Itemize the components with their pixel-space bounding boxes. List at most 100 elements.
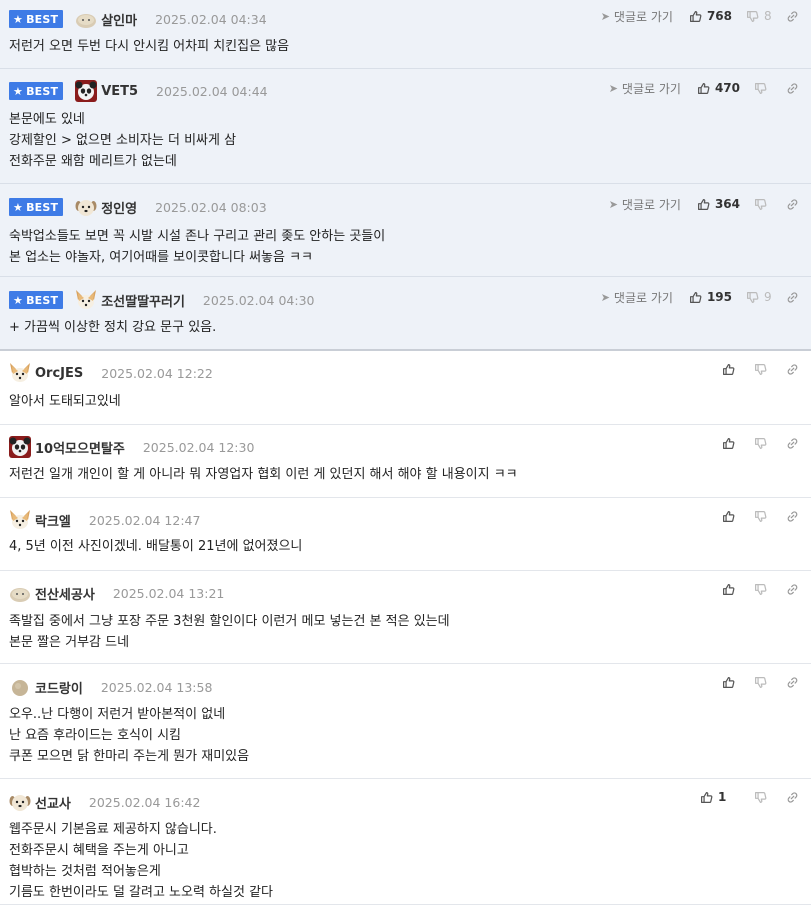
comment-actions — [722, 361, 799, 377]
copy-link-button[interactable] — [786, 437, 799, 450]
panda-avatar[interactable] — [75, 80, 98, 102]
dog-avatar[interactable] — [9, 791, 31, 813]
upvote-button[interactable]: 470 — [697, 81, 740, 95]
upvote-button[interactable]: 1 — [700, 790, 740, 804]
link-icon — [787, 437, 798, 449]
comment-actions — [722, 435, 799, 451]
downvote-button[interactable] — [754, 437, 772, 450]
comment-date: 2025.02.04 08:03 — [155, 199, 267, 215]
comment-body: 저런거 오면 두번 다시 안시킴 어차피 치킨집은 많음 — [9, 36, 289, 57]
copy-link-button[interactable] — [786, 510, 799, 523]
best-label: BEST — [26, 12, 59, 26]
goto-comment-link[interactable]: ➤ 댓글로 가기 — [601, 8, 673, 25]
comment-body: 알아서 도태되고있네 — [9, 391, 121, 412]
nickname[interactable]: VET5 — [101, 84, 138, 99]
upvote-button[interactable] — [722, 363, 740, 376]
comment-body: 웹주문시 기본음료 제공하지 않습니다. 전화주문시 혜택을 주는게 아니고 협박하… — [9, 819, 273, 903]
nickname[interactable]: 조선딸딸꾸러기 — [101, 291, 185, 310]
upvote-button[interactable] — [722, 583, 740, 596]
comment-actions — [722, 674, 799, 690]
thumbs-up-icon — [723, 363, 735, 375]
thumbs-down-icon — [755, 82, 767, 94]
comment-header: 선교사 2025.02.04 16:42 — [9, 792, 200, 812]
fox-avatar[interactable] — [9, 362, 31, 384]
downvote-count: 9 — [764, 290, 772, 304]
nickname[interactable]: 정인영 — [101, 198, 137, 217]
blob-avatar[interactable] — [75, 8, 97, 30]
upvote-button[interactable] — [722, 437, 740, 450]
goto-comment-link[interactable]: ➤ 댓글로 가기 — [609, 196, 681, 213]
comment-header: ★ BEST VET5 2025.02.04 04:44 — [9, 80, 268, 102]
goto-comment-link[interactable]: ➤ 댓글로 가기 — [601, 289, 673, 306]
comment-item: 락크엘 2025.02.04 12:47 4, 5년 이전 사진이겠네. 배달통… — [0, 498, 811, 571]
thumbs-down-icon — [755, 583, 767, 595]
comment-line: 전화주문 왜함 메리트가 없는데 — [9, 154, 177, 169]
fox-avatar[interactable] — [75, 289, 97, 311]
link-icon — [787, 363, 798, 375]
best-label: BEST — [26, 293, 59, 307]
link-icon — [787, 791, 798, 803]
upvote-button[interactable] — [722, 676, 740, 689]
downvote-button[interactable] — [754, 198, 772, 211]
panda-avatar[interactable] — [9, 436, 31, 458]
nickname[interactable]: OrcJES — [35, 366, 83, 381]
comment-date: 2025.02.04 13:58 — [100, 679, 213, 695]
comment-item: 10억모으면탈주 2025.02.04 12:30 저런건 일개 개인이 할 게… — [0, 425, 811, 498]
comment-date: 2025.02.04 04:34 — [155, 11, 267, 27]
nickname[interactable]: 살인마 — [101, 10, 137, 29]
send-arrow-icon: ➤ — [600, 290, 610, 304]
upvote-button[interactable] — [722, 510, 740, 523]
copy-link-button[interactable] — [786, 676, 799, 689]
comment-list: ★ BEST 살인마 2025.02.04 04:34 ➤ 댓글로 가기 768 8… — [0, 0, 811, 905]
downvote-button[interactable] — [754, 583, 772, 596]
downvote-button[interactable]: 8 — [746, 9, 772, 23]
comment-line: + 가끔씩 이상한 정치 강요 문구 있음. — [9, 320, 217, 335]
downvote-button[interactable] — [754, 82, 772, 95]
goto-comment-link[interactable]: ➤ 댓글로 가기 — [609, 80, 681, 97]
goto-label: 댓글로 가기 — [621, 81, 681, 96]
downvote-button[interactable] — [754, 791, 772, 804]
nickname[interactable]: 코드랑이 — [35, 678, 83, 697]
comment-date: 2025.02.04 04:30 — [202, 292, 315, 308]
thumbs-down-icon — [747, 291, 759, 303]
upvote-count: 470 — [714, 81, 740, 95]
upvote-button[interactable]: 195 — [689, 290, 732, 304]
comment-line: 오우..난 다행이 저런거 받아본적이 없네 — [9, 707, 226, 722]
comment-item: 전산세공사 2025.02.04 13:21 족발집 중에서 그냥 포장 주문 … — [0, 571, 811, 664]
comment-header: ★ BEST 정인영 2025.02.04 08:03 — [9, 197, 267, 217]
comment-item: ★ BEST VET5 2025.02.04 04:44 ➤ 댓글로 가기 470 … — [0, 69, 811, 184]
downvote-button[interactable] — [754, 510, 772, 523]
copy-link-button[interactable] — [786, 791, 799, 804]
copy-link-button[interactable] — [786, 198, 799, 211]
dog-avatar[interactable] — [75, 196, 97, 218]
upvote-button[interactable]: 768 — [689, 9, 732, 23]
nickname[interactable]: 전산세공사 — [35, 584, 95, 603]
comment-item: ★ BEST 정인영 2025.02.04 08:03 ➤ 댓글로 가기 364 숙… — [0, 184, 811, 277]
comment-actions: ➤ 댓글로 가기 364 — [609, 196, 799, 212]
comment-header: 10억모으면탈주 2025.02.04 12:30 — [9, 436, 254, 458]
comment-header: ★ BEST 살인마 2025.02.04 04:34 — [9, 9, 267, 29]
best-badge: ★ BEST — [9, 198, 64, 216]
comment-line: 협박하는 것처럼 적어놓은게 — [9, 864, 161, 879]
nickname[interactable]: 10억모으면탈주 — [35, 438, 125, 457]
fox-avatar[interactable] — [9, 509, 31, 531]
ball-avatar[interactable] — [9, 676, 31, 698]
nickname[interactable]: 선교사 — [35, 793, 71, 812]
link-icon — [787, 583, 798, 595]
goto-label: 댓글로 가기 — [613, 290, 673, 305]
comment-actions: ➤ 댓글로 가기 195 9 — [601, 289, 799, 305]
downvote-button[interactable]: 9 — [746, 290, 772, 304]
blob-avatar[interactable] — [9, 582, 31, 604]
comment-body: 오우..난 다행이 저런거 받아본적이 없네 난 요즘 후라이드는 호식이 시킴 쿠… — [9, 704, 249, 767]
copy-link-button[interactable] — [786, 82, 799, 95]
upvote-button[interactable]: 364 — [697, 197, 740, 211]
copy-link-button[interactable] — [786, 10, 799, 23]
copy-link-button[interactable] — [786, 583, 799, 596]
copy-link-button[interactable] — [786, 291, 799, 304]
comment-date: 2025.02.04 12:47 — [88, 512, 201, 528]
downvote-button[interactable] — [754, 676, 772, 689]
copy-link-button[interactable] — [786, 363, 799, 376]
downvote-button[interactable] — [754, 363, 772, 376]
comment-actions: 1 — [700, 789, 799, 805]
nickname[interactable]: 락크엘 — [35, 511, 71, 530]
